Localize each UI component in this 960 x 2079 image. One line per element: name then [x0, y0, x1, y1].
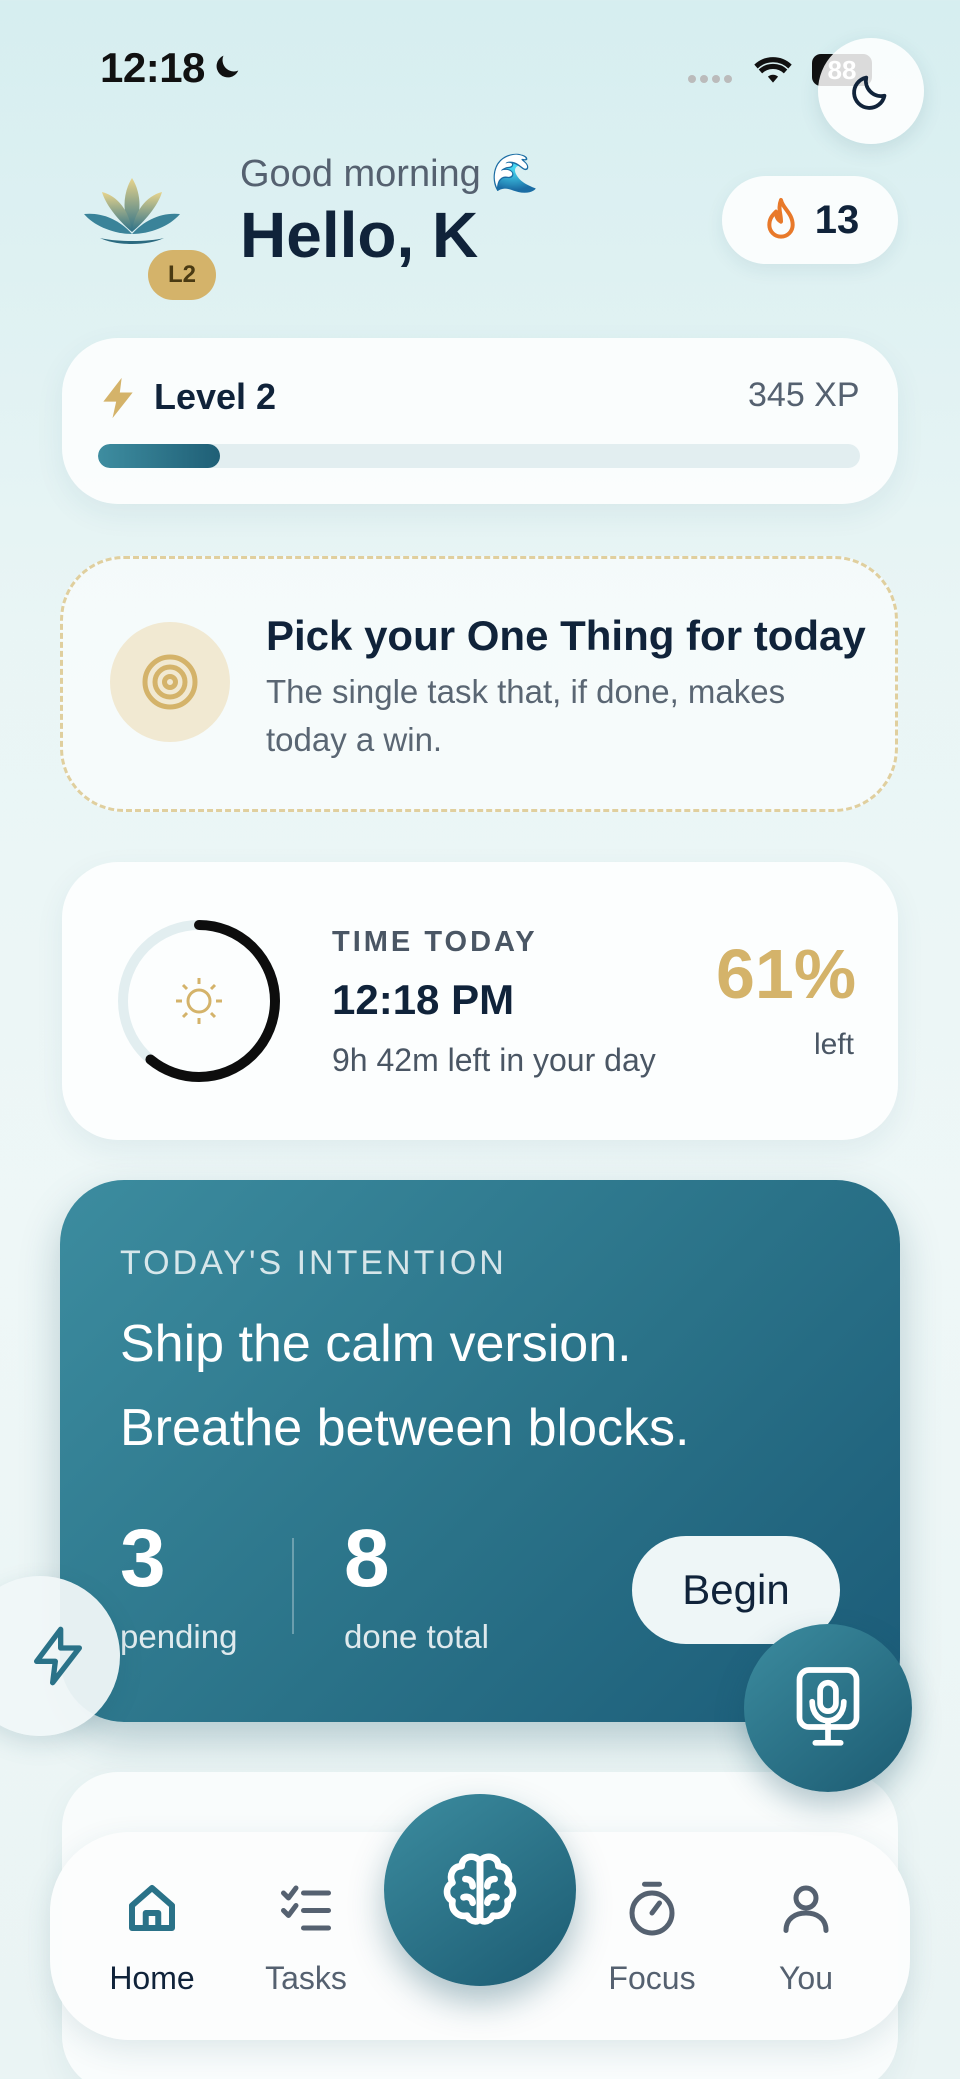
tab-tasks[interactable]: Tasks — [236, 1878, 376, 1997]
intention-line-2: Breathe between blocks. — [120, 1399, 690, 1457]
current-time: 12:18 PM — [332, 976, 515, 1023]
tasks-icon — [281, 1885, 331, 1931]
tab-focus-label: Focus — [608, 1960, 696, 1996]
status-time: 12:18 — [100, 44, 205, 91]
sun-icon — [176, 978, 222, 1024]
tab-you-label: You — [779, 1960, 833, 1996]
flame-icon — [767, 198, 795, 239]
stopwatch-icon — [629, 1881, 675, 1936]
level-badge: L2 — [148, 250, 216, 300]
target-badge — [110, 622, 230, 742]
moon-icon — [216, 55, 239, 78]
tab-you[interactable]: You — [736, 1878, 876, 1997]
home-icon — [129, 1885, 175, 1931]
tab-tasks-label: Tasks — [265, 1960, 347, 1996]
brain-center-button[interactable] — [384, 1794, 576, 1986]
pending-label: pending — [120, 1618, 238, 1655]
intention-text: Ship the calm version. Breathe between b… — [120, 1302, 840, 1470]
level-title: Level 2 — [154, 376, 277, 417]
intention-label: TODAY'S INTENTION — [120, 1244, 507, 1282]
moon-icon — [852, 75, 887, 110]
theme-toggle-button[interactable] — [818, 38, 924, 144]
done-count: 8 — [344, 1513, 390, 1604]
day-percent-label: left — [813, 1028, 854, 1061]
wifi-icon — [754, 57, 792, 83]
done-label: done total — [344, 1618, 489, 1655]
microphone-icon — [796, 1667, 860, 1746]
lotus-avatar-icon — [84, 178, 180, 244]
time-remaining: 9h 42m left in your day — [332, 1042, 656, 1078]
day-percent-left: 61% — [716, 935, 857, 1013]
xp-value: 345 XP — [748, 376, 860, 414]
streak-badge[interactable]: 13 — [722, 176, 898, 264]
brain-icon — [443, 1853, 517, 1925]
bolt-icon — [103, 377, 133, 419]
time-today-label: TIME TODAY — [332, 926, 538, 958]
day-progress-ring — [118, 920, 280, 1082]
bolt-icon — [34, 1626, 82, 1686]
level-card[interactable] — [62, 338, 898, 504]
tab-home[interactable]: Home — [82, 1878, 222, 1997]
tab-focus[interactable]: Focus — [582, 1878, 722, 1997]
voice-capture-button[interactable] — [744, 1624, 912, 1792]
intention-line-1: Ship the calm version. — [120, 1315, 632, 1373]
stat-divider — [292, 1538, 294, 1634]
pending-count: 3 — [120, 1513, 166, 1604]
user-icon — [783, 1885, 829, 1933]
one-thing-title: Pick your One Thing for today — [266, 612, 866, 659]
xp-progress-fill — [98, 444, 220, 468]
streak-count: 13 — [814, 197, 860, 242]
xp-progress-bar — [98, 444, 860, 468]
greeting-text: Good morning 🌊 — [240, 153, 539, 195]
target-icon — [142, 654, 198, 710]
page-title: Hello, K — [240, 199, 479, 271]
tab-home-label: Home — [109, 1960, 195, 1996]
one-thing-subtitle: The single task that, if done, makes tod… — [266, 673, 786, 758]
signal-icon — [688, 70, 736, 88]
